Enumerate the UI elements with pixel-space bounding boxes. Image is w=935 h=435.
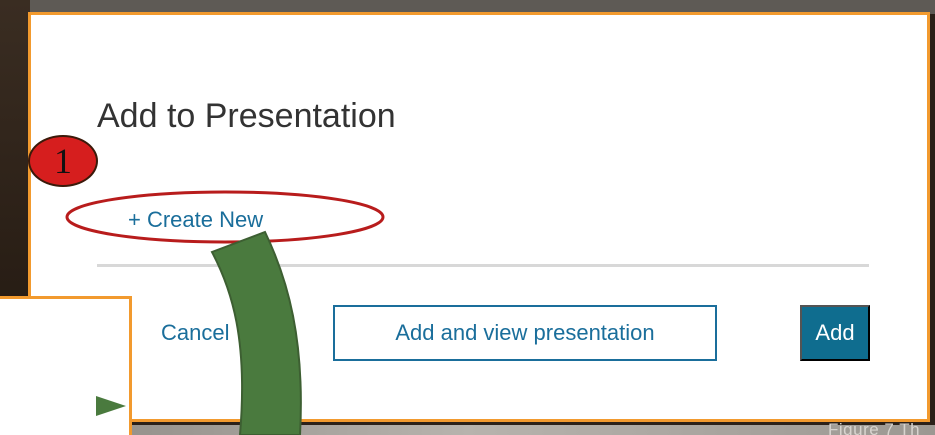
- step-number-badge: 1: [28, 135, 98, 187]
- arrow-tip-icon: [96, 396, 126, 416]
- highlight-ellipse: [65, 190, 385, 244]
- annotation-overlay: [65, 190, 385, 435]
- green-arrow-shape: [210, 230, 302, 435]
- screenshot-stage: Figure 7 Th Add to Presentation + Create…: [0, 0, 935, 435]
